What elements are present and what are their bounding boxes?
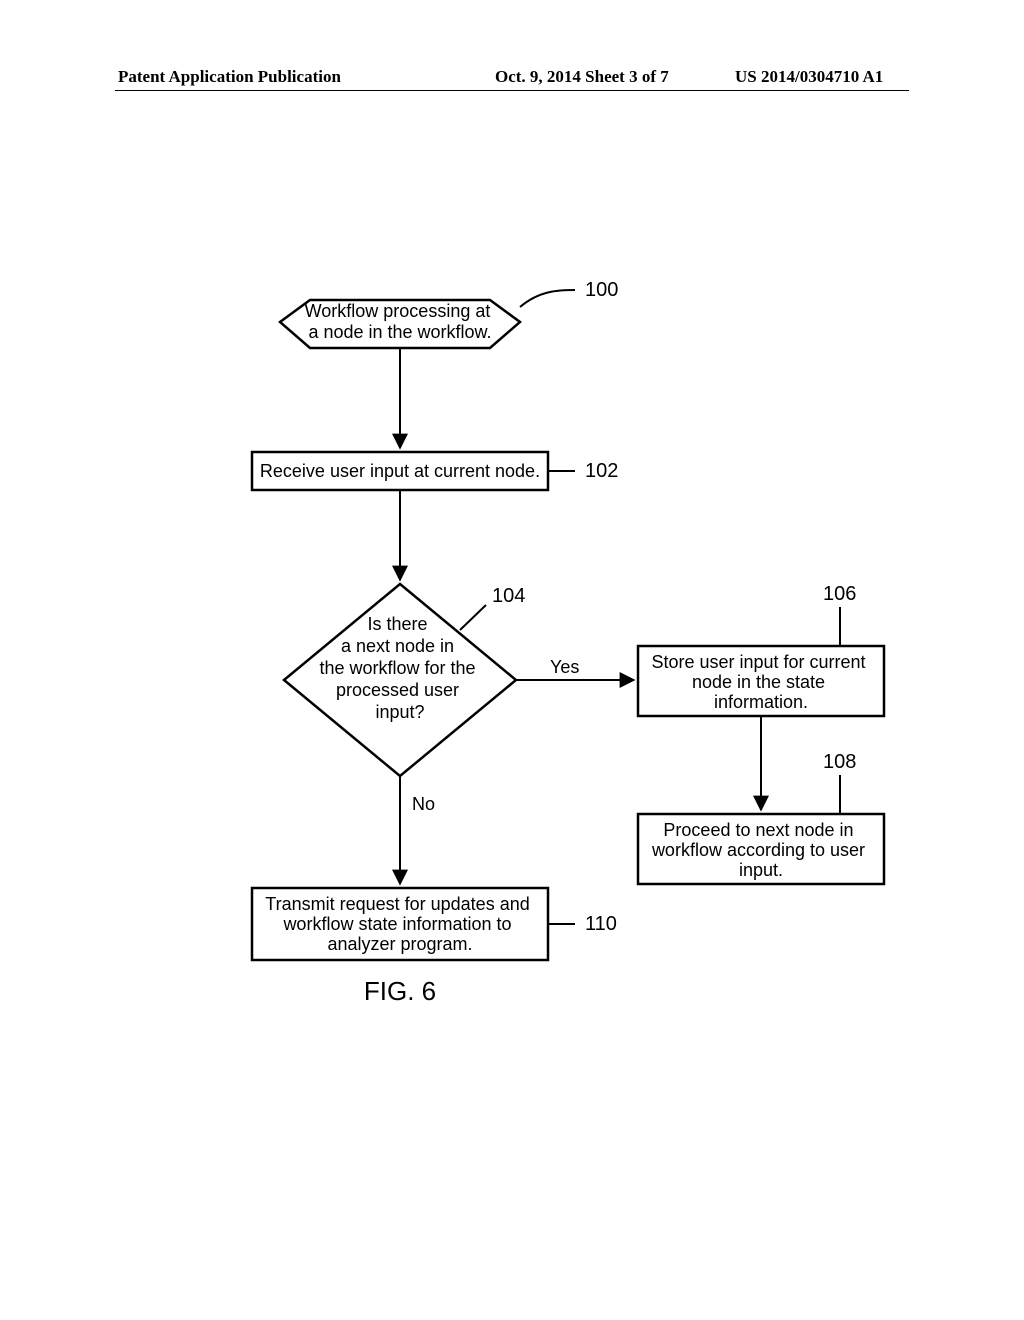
page: Patent Application Publication Oct. 9, 2… [0, 0, 1024, 1320]
ref-104: 104 [492, 585, 525, 607]
node-102-text: Receive user input at current node. [260, 461, 540, 481]
node-100-line1: Workflow processing at [305, 301, 491, 321]
flowchart-svg: Workflow processing at a node in the wor… [0, 0, 1024, 1320]
svg-text:Proceed to next node in: Proceed to next node in workflow accordi… [651, 820, 870, 880]
svg-text:Transmit request for updates a: Transmit request for updates and workflo… [265, 894, 535, 954]
node-106-line2: node in the state [692, 672, 825, 692]
node-110-line2: workflow state information to [282, 914, 511, 934]
node-108-line1: Proceed to next node in [663, 820, 853, 840]
node-108-line2: workflow according to user [651, 840, 865, 860]
ref-108: 108 [823, 751, 856, 773]
node-108-line3: input. [739, 860, 783, 880]
ref-110: 110 [585, 913, 617, 935]
node-104: Is there a next node in the workflow for… [284, 584, 525, 776]
edge-label-no: No [412, 794, 435, 814]
node-110-line1: Transmit request for updates and [265, 894, 529, 914]
ref-106: 106 [823, 583, 856, 605]
node-110-line3: analyzer program. [327, 934, 472, 954]
node-110: Transmit request for updates and workflo… [252, 888, 617, 960]
node-106: Store user input for current node in the… [638, 583, 884, 716]
node-104-line5: input? [375, 702, 424, 722]
node-106-line1: Store user input for current [651, 652, 865, 672]
node-104-line1: Is there [367, 614, 427, 634]
node-104-line3: the workflow for the [319, 658, 475, 678]
node-106-line3: information. [714, 692, 808, 712]
node-100-line2: a node in the workflow. [308, 322, 491, 342]
node-104-line2: a next node in [341, 636, 454, 656]
ref-100: 100 [585, 279, 618, 301]
node-100: Workflow processing at a node in the wor… [280, 279, 618, 348]
node-104-line4: processed user [336, 680, 459, 700]
edge-label-yes: Yes [550, 657, 579, 677]
svg-text:Store user input for current: Store user input for current node in the… [651, 652, 870, 712]
ref-102: 102 [585, 460, 618, 482]
node-102: Receive user input at current node. 102 [252, 452, 618, 490]
figure-label: FIG. 6 [364, 976, 436, 1006]
svg-text:Workflow processing at: Workflow processing at a node in the wor… [305, 301, 496, 342]
